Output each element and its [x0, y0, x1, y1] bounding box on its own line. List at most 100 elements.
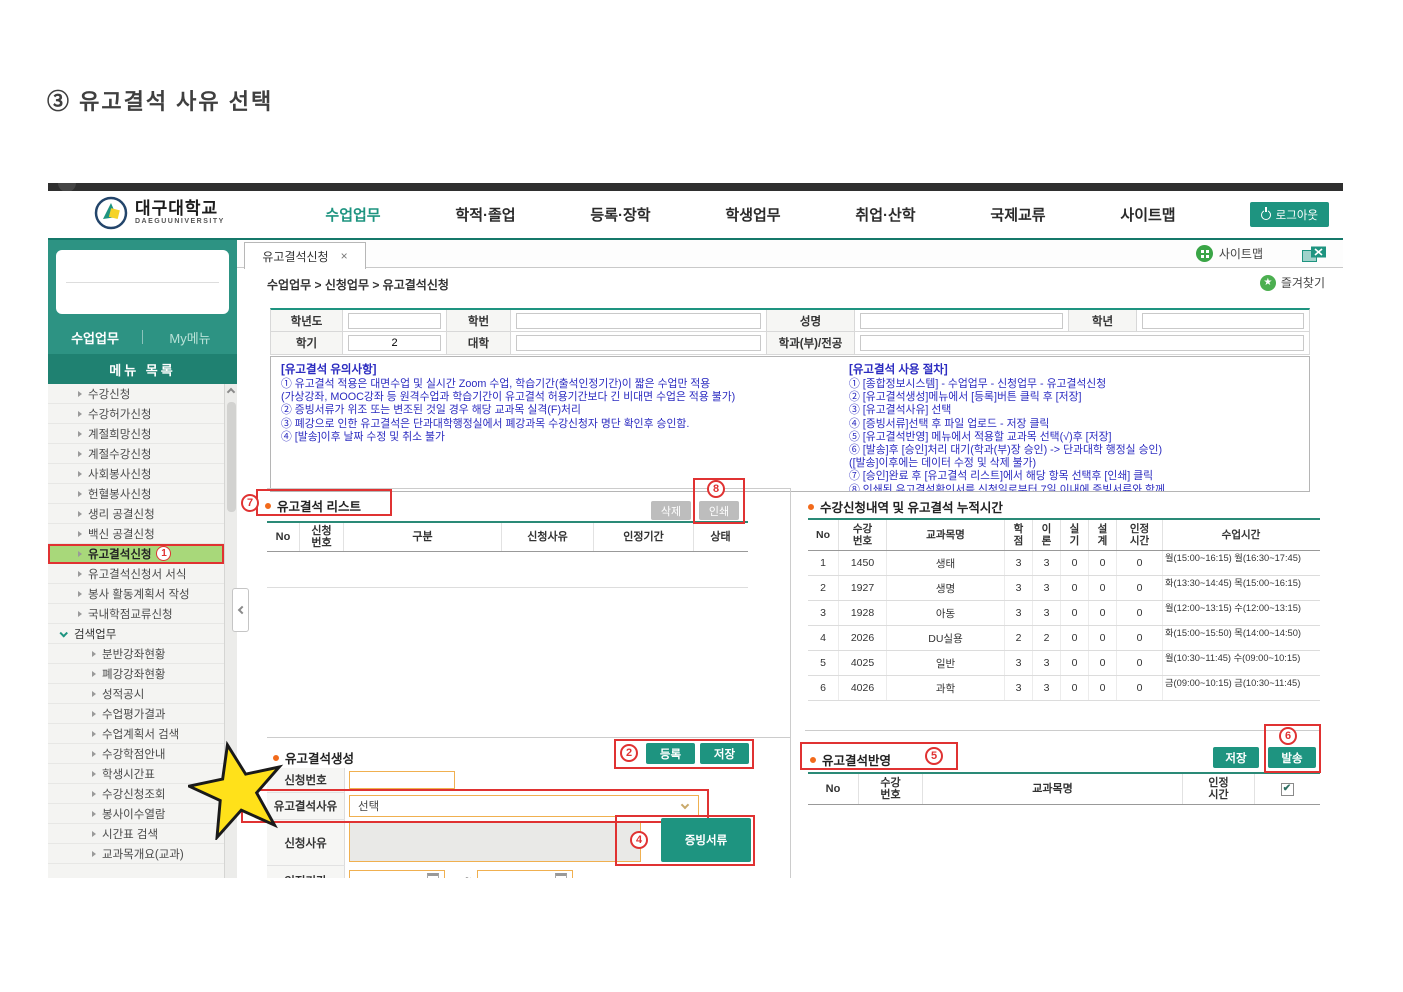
calendar-icon[interactable]	[427, 873, 439, 878]
delete-button[interactable]: 삭제	[651, 501, 691, 520]
year-label: 학년도	[271, 310, 343, 331]
table-cell: 3	[1004, 551, 1032, 575]
attach-button[interactable]: 증빙서류	[661, 818, 751, 862]
column-header: 학 점	[1004, 520, 1032, 550]
sidebar-item[interactable]: 교과목개요(교과)	[48, 844, 224, 864]
logout-button[interactable]: 로그아웃	[1249, 202, 1329, 227]
sidebar-item[interactable]: 봉사 활동계획서 작성	[48, 584, 224, 604]
application-no-input[interactable]	[349, 771, 455, 789]
tab-close-icon[interactable]: ×	[341, 249, 348, 263]
sidebar-item[interactable]: 생리 공결신청	[48, 504, 224, 524]
create-save-button[interactable]: 저장	[700, 743, 749, 764]
major-input[interactable]	[860, 335, 1304, 351]
arrow-right-icon	[92, 650, 96, 657]
semester-input[interactable]	[348, 335, 441, 351]
checkbox-column-header	[1254, 774, 1319, 804]
student-no-input[interactable]	[516, 312, 761, 329]
sidebar-tab-mymenu[interactable]: My메뉴	[143, 328, 237, 347]
list-section-title: 유고결석 리스트	[265, 496, 361, 515]
sidebar-item[interactable]: 계절수강신청	[48, 444, 224, 464]
sidebar-item[interactable]: 수강신청조회	[48, 784, 224, 804]
table-cell: 6	[820, 682, 826, 694]
print-button[interactable]: 인쇄	[699, 501, 739, 520]
power-icon	[1260, 209, 1271, 220]
notice-line: (가상강좌, MOOC강좌 등 원격수업과 학습기간이 유고결석 허용기간보다 …	[281, 391, 736, 404]
student-no-label: 학번	[447, 310, 511, 331]
sidebar-item[interactable]: 수업평가결과	[48, 704, 224, 724]
sidebar-item[interactable]: 백신 공결신청	[48, 524, 224, 544]
name-input[interactable]	[860, 312, 1063, 329]
sidebar-item[interactable]: 분반강좌현황	[48, 644, 224, 664]
nav-item-6[interactable]: 국제교류	[990, 204, 1045, 225]
absence-list-table: No 신청 번호 구분 신청사유 인정기간 상태	[267, 521, 748, 588]
arrow-right-icon	[92, 670, 96, 677]
sidebar-item[interactable]: 성적공시	[48, 684, 224, 704]
college-label: 대학	[447, 332, 511, 354]
notice-line: ① [종합정보시스템] - 수업업무 - 신청업무 - 유고결석신청	[849, 378, 1107, 390]
sidebar-item[interactable]: 검색업무	[48, 624, 224, 644]
calendar-icon[interactable]	[555, 873, 568, 878]
apply-reason-input[interactable]	[349, 822, 641, 862]
arrow-right-icon	[78, 430, 82, 437]
table-cell: 0	[1116, 576, 1162, 600]
favorites-chip[interactable]: 즐겨찾기	[1259, 274, 1325, 291]
sidebar-item[interactable]: 수강허가신청	[48, 404, 224, 424]
reflect-section-title: 유고결석반영	[810, 750, 891, 769]
header-checkbox[interactable]	[1280, 782, 1294, 796]
sitemap-chip[interactable]: 사이트맵	[1195, 245, 1263, 262]
grade-label: 학년	[1069, 310, 1137, 331]
register-button[interactable]: 등록	[646, 743, 695, 764]
sidebar-item-label: 수업계획서 검색	[102, 728, 180, 741]
nav-item-7[interactable]: 사이트맵	[1120, 204, 1175, 225]
nav-item-3[interactable]: 등록·장학	[590, 204, 650, 225]
notice-line: ③ [유고결석사유] 선택	[849, 404, 952, 417]
scroll-up-icon[interactable]	[226, 387, 236, 397]
reflect-save-button[interactable]: 저장	[1213, 747, 1259, 768]
table-cell: 0	[1060, 651, 1088, 675]
notice-procedure: [유고결석 사용 절차] ① [종합정보시스템] - 수업업무 - 신청업무 -…	[849, 361, 1304, 492]
notice-line: ⑧ 인쇄된 유고결석확인서를 신청일로부터 7일 이내에 증빙서류와 함께	[849, 483, 1165, 492]
sidebar-item-label: 봉사이수열람	[102, 808, 166, 821]
table-cell: 3	[820, 607, 826, 619]
sidebar-item[interactable]: 수강학점안내	[48, 744, 224, 764]
nav-item-4[interactable]: 학생업무	[725, 204, 780, 225]
sidebar-item[interactable]: 국내학점교류신청	[48, 604, 224, 624]
sidebar-item[interactable]: 사회봉사신청	[48, 464, 224, 484]
sidebar-item[interactable]: 수강신청	[48, 384, 224, 404]
nav-item-2[interactable]: 학적·졸업	[455, 204, 515, 225]
scroll-thumb[interactable]	[227, 402, 236, 512]
sidebar-item[interactable]: 계절희망신청	[48, 424, 224, 444]
sitemap-icon	[1195, 245, 1213, 262]
sidebar-item[interactable]: 수업계획서 검색	[48, 724, 224, 744]
sidebar-item[interactable]: 시간표 검색	[48, 824, 224, 844]
sidebar-item[interactable]: 헌혈봉사신청	[48, 484, 224, 504]
window-close-icon[interactable]	[1302, 246, 1327, 263]
tab-absence-application[interactable]: 유고결석신청 ×	[244, 242, 366, 269]
sidebar-item[interactable]: 폐강강좌현황	[48, 664, 224, 684]
menu-list-wrap: 수강신청 수강허가신청 계절희망신청 계절수강신청 사회봉사신청 헌혈봉사신청 생리 공결신…	[48, 384, 237, 878]
sidebar-item[interactable]: 유고결석신청 1	[48, 544, 224, 564]
sidebar-item[interactable]: 학생시간표	[48, 764, 224, 784]
academic-year-input[interactable]	[348, 312, 441, 329]
university-logo[interactable]: 대구대학교 DAEGUUNIVERSITY	[94, 196, 225, 230]
column-header: 구분	[343, 523, 501, 551]
enroll-section-title: 수강신청내역 및 유고결석 누적시간	[808, 497, 1003, 516]
table-cell: 3	[1004, 676, 1032, 700]
reason-select[interactable]: 선택	[349, 795, 699, 817]
nav-item-5[interactable]: 취업·산학	[855, 204, 915, 225]
table-cell: 0	[1060, 601, 1088, 625]
sidebar-tab-lecture[interactable]: 수업업무	[48, 328, 142, 347]
table-cell: 0	[1088, 626, 1116, 650]
grade-input[interactable]	[1142, 312, 1304, 329]
nav-item-1[interactable]: 수업업무	[325, 204, 380, 225]
collapse-handle[interactable]	[232, 588, 249, 632]
chevron-down-icon	[680, 800, 690, 810]
sidebar-item[interactable]: 봉사이수열람	[48, 804, 224, 824]
column-header: 실 기	[1060, 520, 1088, 550]
star-icon	[1259, 274, 1276, 291]
semester-label: 학기	[271, 332, 343, 354]
annotation-circle-3: 3	[246, 797, 264, 815]
send-button[interactable]: 발송	[1268, 747, 1316, 768]
college-input[interactable]	[516, 335, 761, 351]
sidebar-item[interactable]: 유고결석신청서 서식	[48, 564, 224, 584]
